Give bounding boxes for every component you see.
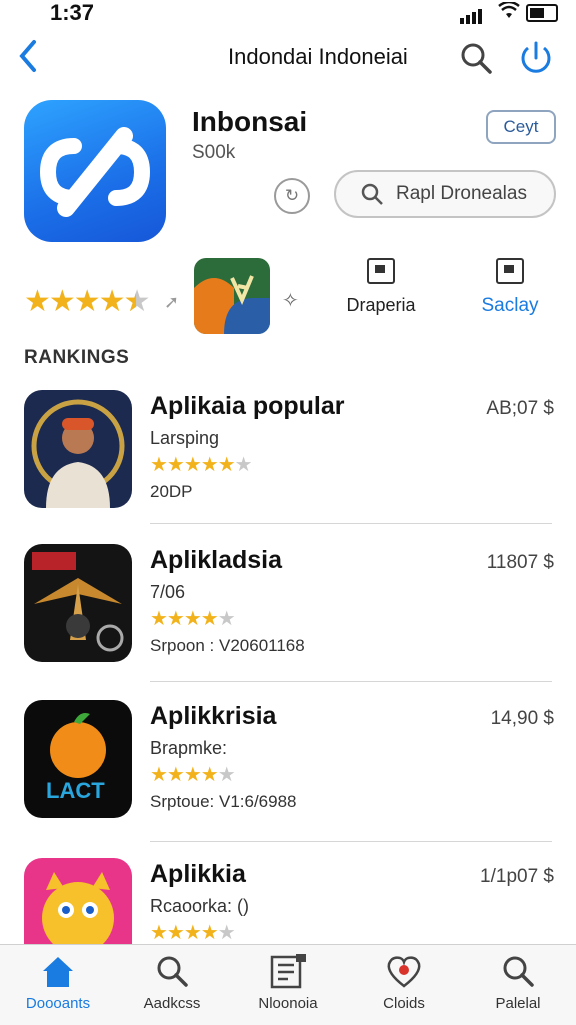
app-rating-stars: ★★★★★★ [24, 285, 150, 318]
magnifier-icon [360, 182, 384, 211]
app-screenshot-thumbnail[interactable] [194, 258, 270, 334]
ranking-row[interactable]: Aplikaia popular Larsping ★★★★★★ 20DP AB… [0, 390, 576, 530]
svg-text:LACT: LACT [46, 778, 105, 803]
option-draperia[interactable]: Draperia [346, 258, 416, 316]
tab-news[interactable]: Nloonoia [238, 953, 338, 1012]
app-subtitle: 7/06 [150, 582, 186, 602]
home-icon [43, 957, 73, 987]
app-price[interactable]: 11807 $ [487, 552, 554, 574]
divider [150, 681, 552, 682]
signal-icon [460, 6, 484, 24]
rating-stars: ★★★★★ [150, 608, 236, 630]
app-info: Srptoue: V1:6/6988 [150, 792, 297, 811]
app-title: Aplikladsia [150, 546, 282, 574]
refresh-icon[interactable]: ↻ [274, 178, 310, 214]
document-icon [367, 258, 395, 284]
app-subtitle: Larsping [150, 428, 220, 448]
app-subtitle: Brapmke: [150, 738, 228, 758]
app-download-count: S00k [192, 142, 236, 163]
arrow-icon: ➚ [164, 292, 180, 312]
option-draperia-label: Draperia [346, 295, 416, 315]
section-title: RANKINGS [24, 347, 130, 368]
app-price[interactable]: 14,90 $ [491, 708, 554, 730]
navigation-bar: Indondai Indoneiai [0, 30, 576, 86]
divider [150, 841, 552, 842]
wifi-icon [498, 0, 520, 25]
tab-label: Cloids [383, 995, 425, 1012]
app-price[interactable]: AB;07 $ [486, 398, 554, 420]
app-name: Inbonsai [192, 106, 308, 137]
rating-stars: ★★★★★ [150, 764, 236, 786]
app-thumbnail [24, 544, 132, 662]
app-title: Aplikkrisia [150, 702, 277, 730]
app-title: Aplikaia popular [150, 392, 345, 420]
app-subtitle: Rcaoorka: () [150, 896, 250, 916]
rating-stars: ★★★★★★ [150, 454, 253, 476]
tab-label: Aadkcss [143, 995, 201, 1012]
puzzle-icon[interactable]: ✧ [282, 288, 299, 313]
back-chevron-icon[interactable] [16, 38, 44, 76]
search-placeholder: Rapl Dronealas [396, 183, 527, 204]
ranking-row[interactable]: Aplikladsia 7/06 ★★★★★ Srpoon : V2060116… [0, 544, 576, 684]
rating-stars: ★★★★★ [150, 922, 236, 944]
app-title: Aplikkia [150, 860, 246, 888]
search-icon[interactable] [458, 40, 494, 76]
status-time: 1:37 [50, 0, 95, 25]
status-bar: 1:37 [0, 0, 576, 28]
tab-label: Doooants [25, 995, 91, 1012]
tab-bar: Doooants Aadkcss Nloonoia Cloids Palelal [0, 944, 576, 1025]
search-icon [157, 956, 188, 987]
app-thumbnail: LACT [24, 700, 132, 818]
power-icon[interactable] [518, 40, 552, 74]
app-thumbnail [24, 390, 132, 508]
search-icon [503, 956, 534, 987]
app-price[interactable]: 1/1p07 $ [480, 866, 554, 888]
tab-search[interactable]: Aadkcss [122, 953, 222, 1012]
nav-title: Indondai Indoneiai [228, 44, 408, 69]
tab-label: Palelal [495, 995, 541, 1012]
tab-search-alt[interactable]: Palelal [468, 953, 568, 1012]
ranking-row[interactable]: LACT Aplikkrisia Brapmke: ★★★★★ Srptoue:… [0, 700, 576, 840]
tab-favorites[interactable]: Cloids [354, 953, 454, 1012]
news-icon [270, 954, 306, 989]
tab-label: Nloonoia [258, 995, 318, 1012]
tab-home[interactable]: Doooants [8, 953, 108, 1012]
get-button[interactable]: Ceyt [486, 110, 556, 144]
heart-icon [387, 956, 421, 988]
option-saclay-label: Saclay [481, 295, 539, 316]
document-icon [496, 258, 524, 284]
app-info: Srpoon : V20601168 [150, 636, 305, 655]
app-info: 20DP [150, 482, 193, 501]
battery-icon [526, 4, 558, 22]
divider [150, 523, 552, 524]
search-input[interactable]: Rapl Dronealas [334, 170, 556, 218]
app-icon [24, 100, 166, 242]
option-saclay[interactable]: Saclay [472, 258, 548, 317]
